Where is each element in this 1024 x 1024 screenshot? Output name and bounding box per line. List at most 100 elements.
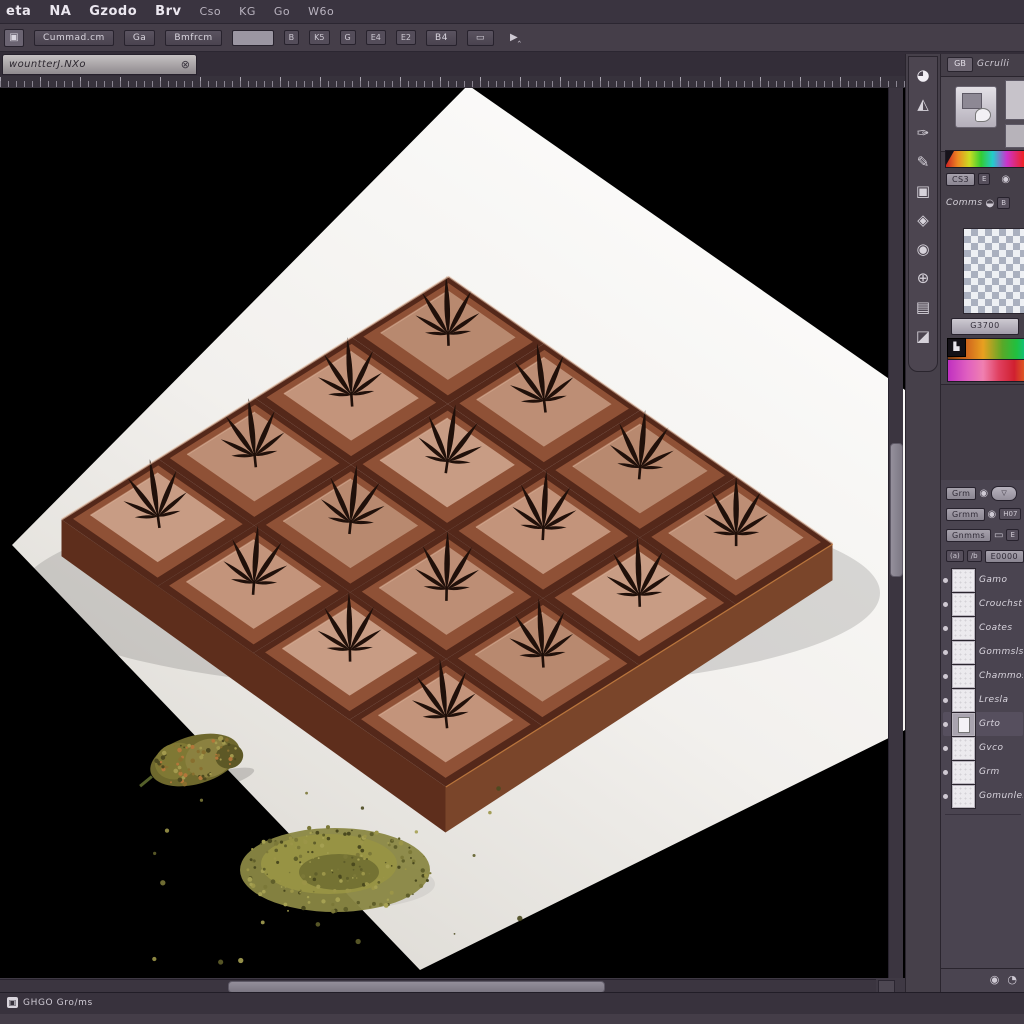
- eyedropper-tool[interactable]: ⊕: [911, 264, 935, 293]
- layer-thumbnail[interactable]: [952, 569, 975, 592]
- move-tool[interactable]: ◕: [911, 61, 935, 90]
- layer-name: Gomunles: [979, 791, 1023, 801]
- panel-toggle-button[interactable]: ▭: [467, 30, 494, 46]
- mode-button[interactable]: Ga: [124, 30, 156, 46]
- menu-item-4[interactable]: Brv: [155, 4, 181, 19]
- transparency-checkerboard-swatch[interactable]: [963, 228, 1024, 314]
- gradient-preset-button[interactable]: G3700: [951, 318, 1019, 335]
- layer-visibility-eye-icon[interactable]: [943, 626, 948, 631]
- panel-divider: [941, 384, 1024, 482]
- status-text: GHGO Gro/ms: [23, 998, 93, 1008]
- eye-icon[interactable]: ◉: [1001, 174, 1010, 185]
- value-field[interactable]: [232, 30, 274, 46]
- tab-close-icon[interactable]: ⊗: [181, 58, 190, 71]
- layer-row-6[interactable]: Lresla: [943, 688, 1023, 712]
- brush-options-button[interactable]: Bmfrcm: [165, 30, 221, 46]
- toolbox: ◕◭✑✎▣◈◉⊕▤◪: [908, 56, 938, 372]
- layer-row-10[interactable]: Gomunles: [943, 784, 1023, 808]
- layer-row-5[interactable]: Chammost: [943, 664, 1023, 688]
- lock-value-box[interactable]: E0000: [985, 550, 1024, 563]
- layer-visibility-eye-icon[interactable]: [943, 770, 948, 775]
- layer-thumbnail[interactable]: [952, 785, 975, 808]
- menu-item-1[interactable]: eta: [6, 4, 31, 19]
- blend-mode-button[interactable]: Grmm: [946, 508, 985, 521]
- layer-filter-dropdown[interactable]: ▽: [991, 486, 1017, 501]
- option-box-g[interactable]: G: [340, 30, 356, 45]
- layer-thumbnail[interactable]: [952, 737, 975, 760]
- layer-row-9[interactable]: Grm: [943, 760, 1023, 784]
- layer-name: Chammost: [979, 671, 1023, 681]
- panel-footer-icon-2[interactable]: ◔: [1007, 973, 1017, 986]
- layer-row-4[interactable]: Gommsls: [943, 640, 1023, 664]
- menu-item-5[interactable]: Cso: [199, 5, 221, 18]
- color-mode-button[interactable]: CS3: [946, 173, 975, 186]
- option-box-e4[interactable]: E4: [366, 30, 386, 45]
- menu-item-8[interactable]: W6o: [308, 5, 334, 18]
- gradient-ramp-magenta[interactable]: [947, 359, 1024, 382]
- menu-item-6[interactable]: KG: [239, 5, 256, 18]
- lasso-tool[interactable]: ◭: [911, 90, 935, 119]
- hand-tool[interactable]: ◪: [911, 322, 935, 351]
- document-tab[interactable]: wountterJ.NXo ⊗: [2, 54, 197, 75]
- clone-tool[interactable]: ◉: [911, 235, 935, 264]
- foreground-color-swatch[interactable]: ▙: [947, 338, 966, 357]
- half-circle-icon[interactable]: ◒: [986, 198, 995, 209]
- layer-row-8[interactable]: Gvco: [943, 736, 1023, 760]
- option-box-e2[interactable]: E2: [396, 30, 416, 45]
- lock-b-toggle[interactable]: /b: [967, 550, 982, 562]
- layer-name: Coates: [979, 623, 1012, 633]
- status-icon: ▣: [7, 997, 18, 1008]
- preset-slot-2[interactable]: [1005, 124, 1024, 148]
- color-mini-box[interactable]: E: [978, 173, 990, 185]
- canvas-area[interactable]: [0, 88, 905, 978]
- menu-item-7[interactable]: Go: [274, 5, 290, 18]
- option-box-b[interactable]: B: [284, 30, 300, 45]
- layer-row-7[interactable]: Grto: [943, 712, 1023, 736]
- workspace-dropdown[interactable]: ▶‸: [504, 32, 521, 43]
- layer-visibility-eye-icon[interactable]: [943, 578, 948, 583]
- menu-bar: eta NA Gzodo Brv Cso KG Go W6o: [0, 0, 1024, 24]
- panel-footer-icon-1[interactable]: ◉: [990, 973, 1000, 986]
- opacity-value-box[interactable]: E: [1006, 529, 1018, 541]
- vertical-scrollbar-thumb[interactable]: [890, 443, 903, 577]
- opacity-button[interactable]: Gnmms: [946, 529, 991, 542]
- opacity-icon: ▭: [994, 530, 1003, 541]
- layer-visibility-eye-icon[interactable]: [943, 650, 948, 655]
- layer-thumbnail[interactable]: [952, 617, 975, 640]
- pen-tool[interactable]: ✎: [911, 148, 935, 177]
- menu-item-2[interactable]: NA: [49, 4, 71, 19]
- blend-value-box[interactable]: H07: [999, 508, 1021, 520]
- align-button[interactable]: B4: [426, 30, 457, 46]
- layer-thumbnail[interactable]: [952, 761, 975, 784]
- layers-tab[interactable]: Grm: [946, 487, 976, 500]
- layer-visibility-eye-icon[interactable]: [943, 746, 948, 751]
- layer-visibility-eye-icon[interactable]: [943, 794, 948, 799]
- shape-tool[interactable]: ◈: [911, 206, 935, 235]
- crop-tool[interactable]: ▤: [911, 293, 935, 322]
- window-bottom-edge: [0, 1014, 1024, 1024]
- layer-thumbnail[interactable]: [952, 665, 975, 688]
- marquee-tool[interactable]: ▣: [911, 177, 935, 206]
- menu-item-3[interactable]: Gzodo: [89, 4, 137, 19]
- preset-slot-1[interactable]: [1005, 80, 1024, 120]
- layer-thumbnail[interactable]: [952, 593, 975, 616]
- option-box-k5[interactable]: K5: [309, 30, 329, 45]
- layers-separator: [945, 814, 1021, 815]
- spectrum-ramp[interactable]: [945, 150, 1024, 168]
- status-bar: [0, 992, 1024, 1015]
- layer-row-3[interactable]: Coates: [943, 616, 1023, 640]
- layer-visibility-eye-icon[interactable]: [943, 698, 948, 703]
- layer-row-1[interactable]: Gamo: [943, 568, 1023, 592]
- lock-a-toggle[interactable]: (a): [946, 550, 964, 562]
- swatches-mini-box[interactable]: B: [997, 197, 1010, 209]
- layer-thumbnail[interactable]: [952, 641, 975, 664]
- brush-tool[interactable]: ✑: [911, 119, 935, 148]
- layer-row-2[interactable]: Crouchst: [943, 592, 1023, 616]
- preset-dropdown-button[interactable]: Cummad.cm: [34, 30, 114, 46]
- layer-thumbnail[interactable]: [952, 713, 975, 736]
- layer-visibility-eye-icon[interactable]: [943, 674, 948, 679]
- layer-visibility-eye-icon[interactable]: [943, 722, 948, 727]
- layer-visibility-eye-icon[interactable]: [943, 602, 948, 607]
- layer-thumbnail[interactable]: [952, 689, 975, 712]
- pattern-preview-icon[interactable]: [955, 86, 997, 128]
